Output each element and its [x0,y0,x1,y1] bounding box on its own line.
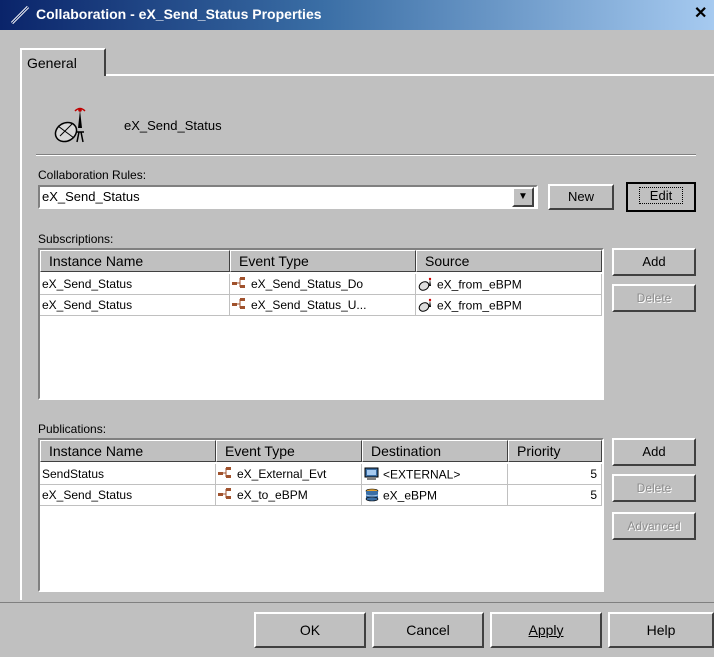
publications-label: Publications: [38,422,107,436]
subscriptions-label: Subscriptions: [38,232,114,246]
table-row-cell[interactable]: SendStatus [40,464,216,485]
table-row-cell[interactable]: eX_External_Evt [216,464,362,485]
table-row-cell[interactable]: 5 [508,485,602,506]
header-separator [36,154,696,156]
table-row-cell[interactable]: eX_Send_Status_Do [230,274,416,295]
table-row-cell[interactable]: eX_Send_Status_U... [230,295,416,316]
publications-advanced-button[interactable]: Advanced [612,512,696,540]
title-bar[interactable]: Collaboration - eX_Send_Status Propertie… [0,0,714,30]
rules-select[interactable]: eX_Send_Status ▼ [38,185,538,209]
table-row-cell[interactable]: eX_Send_Status [40,295,230,316]
table-row-cell[interactable]: eX_to_eBPM [216,485,362,506]
event-type-text: eX_Send_Status_U... [251,298,367,312]
table-row-cell[interactable]: eX_from_eBPM [416,274,602,295]
table-row-cell[interactable]: eX_eBPM [362,485,508,506]
edit-rule-button[interactable]: Edit [626,182,696,212]
apply-button-label: Apply [528,622,564,638]
app-icon [10,5,30,25]
col-event-type[interactable]: Event Type [230,250,416,272]
col-instance-name[interactable]: Instance Name [40,440,216,462]
table-row-cell[interactable]: eX_from_eBPM [416,295,602,316]
event-type-icon [218,488,234,503]
rules-label: Collaboration Rules: [38,168,147,182]
publications-delete-button[interactable]: Delete [612,474,696,502]
subscriptions-table[interactable]: Instance Name Event Type Source eX_Send_… [38,248,604,400]
chevron-down-icon[interactable]: ▼ [512,187,534,207]
collaboration-name: eX_Send_Status [124,118,222,133]
col-instance-name[interactable]: Instance Name [40,250,230,272]
table-row-cell[interactable]: <EXTERNAL> [362,464,508,485]
publications-table[interactable]: Instance Name Event Type Destination Pri… [38,438,604,592]
cancel-button[interactable]: Cancel [372,612,484,648]
close-button[interactable]: ✕ [694,4,714,24]
satellite-dish-icon [418,277,434,294]
destination-text: eX_eBPM [383,488,438,503]
event-type-icon [218,467,234,482]
col-priority[interactable]: Priority [508,440,602,462]
source-text: eX_from_eBPM [437,277,522,292]
monitor-icon [364,467,380,484]
table-row-cell[interactable]: eX_Send_Status [40,485,216,506]
col-destination[interactable]: Destination [362,440,508,462]
event-type-icon [232,277,248,292]
window-title: Collaboration - eX_Send_Status Propertie… [36,6,322,22]
source-text: eX_from_eBPM [437,298,522,313]
satellite-dish-icon [50,106,90,146]
destination-text: <EXTERNAL> [383,467,461,482]
event-type-icon [232,298,248,313]
event-type-text: eX_to_eBPM [237,488,308,502]
database-icon [364,488,380,505]
event-type-text: eX_Send_Status_Do [251,277,364,291]
event-type-text: eX_External_Evt [237,467,327,481]
edit-rule-button-label: Edit [638,187,684,204]
ok-button[interactable]: OK [254,612,366,648]
publications-add-button[interactable]: Add [612,438,696,466]
col-event-type[interactable]: Event Type [216,440,362,462]
apply-button[interactable]: Apply [490,612,602,648]
table-row-cell[interactable]: eX_Send_Status [40,274,230,295]
new-rule-button[interactable]: New [548,184,614,210]
table-row-cell[interactable]: 5 [508,464,602,485]
col-source[interactable]: Source [416,250,602,272]
rules-select-value: eX_Send_Status [42,189,140,204]
satellite-dish-icon [418,298,434,315]
subscriptions-add-button[interactable]: Add [612,248,696,276]
subscriptions-delete-button[interactable]: Delete [612,284,696,312]
help-button[interactable]: Help [608,612,714,648]
tab-general[interactable]: General [20,48,106,76]
properties-dialog: Collaboration - eX_Send_Status Propertie… [0,0,714,657]
